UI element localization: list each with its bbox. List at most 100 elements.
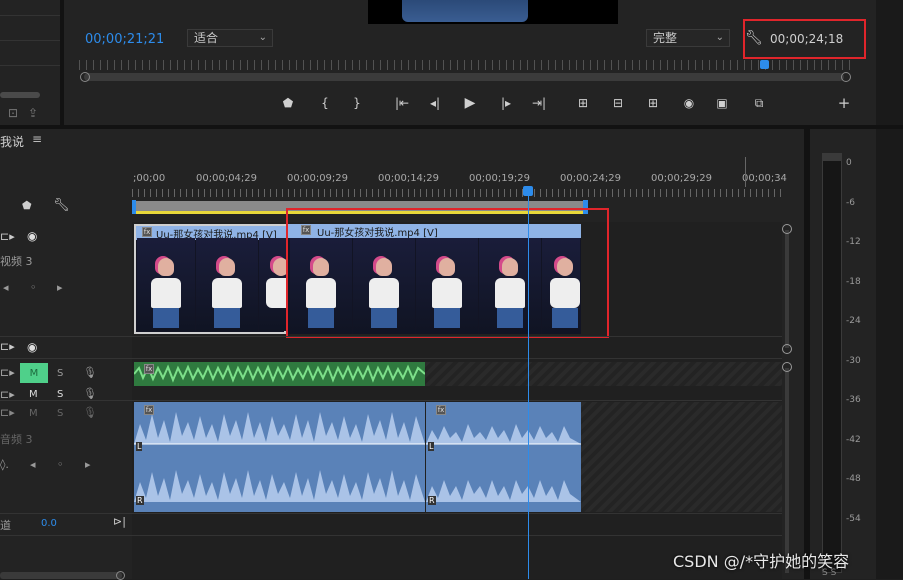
ruler-label: 00;00;14;29 xyxy=(378,173,440,184)
eye-icon[interactable]: ◉ xyxy=(27,340,37,354)
eye-icon[interactable]: ◉ xyxy=(27,229,37,243)
fx-badge-icon: fx xyxy=(144,405,154,415)
current-timecode[interactable]: 00;00;21;21 xyxy=(85,32,164,47)
timeline-playhead-handle[interactable] xyxy=(523,186,533,196)
solo-toggle[interactable]: S xyxy=(57,368,63,379)
timeline-title[interactable]: 我说 xyxy=(0,133,24,150)
mic-icon[interactable]: 🎙︎ xyxy=(83,406,97,419)
mark-out-icon[interactable]: } xyxy=(348,94,366,112)
mute-toggle[interactable]: M xyxy=(20,363,48,383)
mic-icon[interactable]: 🎙︎ xyxy=(83,366,97,379)
channel-right-label: R xyxy=(428,496,436,505)
button-icon[interactable]: ⊡ xyxy=(8,106,18,120)
vertical-scrollbar[interactable] xyxy=(782,224,792,354)
step-back-icon[interactable]: ◂| xyxy=(426,94,444,112)
go-to-out-icon[interactable]: ⇥| xyxy=(530,94,548,112)
add-marker-icon[interactable]: ⬟ xyxy=(22,199,32,212)
mute-toggle[interactable]: M xyxy=(29,408,38,419)
add-button-icon[interactable]: + xyxy=(835,94,853,112)
meter-tick: -54 xyxy=(846,514,861,524)
lift-icon[interactable]: ⊞ xyxy=(574,94,592,112)
duration-highlight-box xyxy=(743,19,866,59)
play-icon[interactable]: ▶ xyxy=(461,94,479,112)
meter-tick: -36 xyxy=(846,395,861,405)
keyframe-icon[interactable]: ◦ xyxy=(30,281,37,294)
video-preview xyxy=(368,0,618,24)
next-keyframe-icon[interactable]: ▸ xyxy=(57,281,63,294)
audio-waveform xyxy=(134,412,425,502)
overwrite-icon[interactable]: ⧉ xyxy=(750,94,768,112)
go-to-in-icon[interactable]: |⇤ xyxy=(393,94,411,112)
vertical-scrollbar[interactable] xyxy=(782,362,792,579)
extract-icon[interactable]: ⊟ xyxy=(609,94,627,112)
compare-icon[interactable]: ▣ xyxy=(713,94,731,112)
master-volume[interactable]: 0.0 xyxy=(41,518,57,529)
meter-tick: -48 xyxy=(846,474,861,484)
empty-track-area xyxy=(425,362,782,386)
mute-toggle[interactable]: M xyxy=(29,389,38,400)
wrench-icon[interactable]: 🔧︎ xyxy=(53,198,70,213)
insert-icon[interactable]: ⊞ xyxy=(644,94,662,112)
export-frame-icon[interactable]: ◉ xyxy=(680,94,698,112)
fit-dropdown[interactable]: 适合 ⌄ xyxy=(187,29,273,47)
monitor-ruler[interactable] xyxy=(79,60,855,70)
video3-label: 视频 3 xyxy=(0,255,33,268)
mark-in-icon[interactable]: { xyxy=(316,94,334,112)
monitor-playhead[interactable] xyxy=(760,60,769,69)
clip-highlight-box xyxy=(286,208,609,338)
camera-icon[interactable]: ⊏▸ xyxy=(0,340,15,353)
timeline-playhead-line[interactable] xyxy=(528,196,529,579)
mic-icon[interactable]: 🎙︎ xyxy=(83,387,97,400)
fit-value: 适合 xyxy=(194,31,219,45)
audio-meter-panel xyxy=(810,129,876,579)
meter-tick: -6 xyxy=(846,198,855,208)
button-icon[interactable]: ⇪ xyxy=(28,106,38,120)
audio-waveform xyxy=(426,424,581,502)
master-label: 道 xyxy=(0,519,11,532)
ruler-label: 00;00;04;29 xyxy=(196,173,258,184)
meter-tick: 0 xyxy=(846,158,852,168)
channel-left-label: L xyxy=(136,442,143,451)
ruler-label: 00;00;24;29 xyxy=(560,173,622,184)
step-forward-icon[interactable]: |▸ xyxy=(497,94,515,112)
video-thumbnail xyxy=(196,238,258,331)
prev-keyframe-icon[interactable]: ◂ xyxy=(30,458,36,471)
ruler-label: 00;00;09;29 xyxy=(287,173,349,184)
solo-toggle[interactable]: S xyxy=(57,389,63,400)
channel-right-label: R xyxy=(136,496,144,505)
fx-badge-icon: fx xyxy=(144,364,154,374)
keyframe-icon[interactable]: ◊. xyxy=(0,458,9,471)
meter-tick: -42 xyxy=(846,435,861,445)
ruler-label: 00;00;34 xyxy=(742,173,787,184)
meter-tick: -12 xyxy=(846,237,861,247)
ruler-label: 00;00;19;29 xyxy=(469,173,531,184)
meter-tick: -30 xyxy=(846,356,861,366)
chevron-down-icon: ⌄ xyxy=(258,32,267,43)
next-keyframe-icon[interactable]: ▸ xyxy=(85,458,91,471)
audio-clip[interactable]: fx xyxy=(134,362,425,386)
ruler-label: 00;00;29;29 xyxy=(651,173,713,184)
prev-keyframe-icon[interactable]: ◂ xyxy=(3,281,9,294)
go-to-end-icon[interactable]: ⊳| xyxy=(113,515,126,528)
scroll-bar[interactable] xyxy=(0,92,40,98)
quality-value: 完整 xyxy=(653,31,678,45)
chevron-down-icon: ⌄ xyxy=(715,32,724,43)
menu-icon[interactable]: ≡ xyxy=(32,132,42,146)
audio-clip[interactable]: fx L R xyxy=(134,402,425,512)
camera-icon[interactable]: ⊏▸ xyxy=(0,230,15,243)
camera-icon[interactable]: ⊏▸ xyxy=(0,366,15,379)
channel-left-label: L xyxy=(428,442,435,451)
left-top-panel: ⊡ ⇪ xyxy=(0,0,60,125)
fx-badge-icon: fx xyxy=(436,405,446,415)
monitor-scrollbar[interactable] xyxy=(84,73,844,81)
mute-label: M xyxy=(29,368,39,379)
keyframe-icon[interactable]: ◦ xyxy=(57,458,64,471)
solo-toggle[interactable]: S xyxy=(57,408,63,419)
camera-icon[interactable]: ⊏▸ xyxy=(0,406,15,419)
marker-icon[interactable]: ⬟ xyxy=(279,94,297,112)
video-thumbnail xyxy=(259,238,286,331)
timeline-scrollbar[interactable] xyxy=(0,572,122,579)
audio-clip[interactable]: fx L R xyxy=(426,402,581,512)
quality-dropdown[interactable]: 完整 ⌄ xyxy=(646,29,730,47)
empty-track-area xyxy=(581,402,782,512)
